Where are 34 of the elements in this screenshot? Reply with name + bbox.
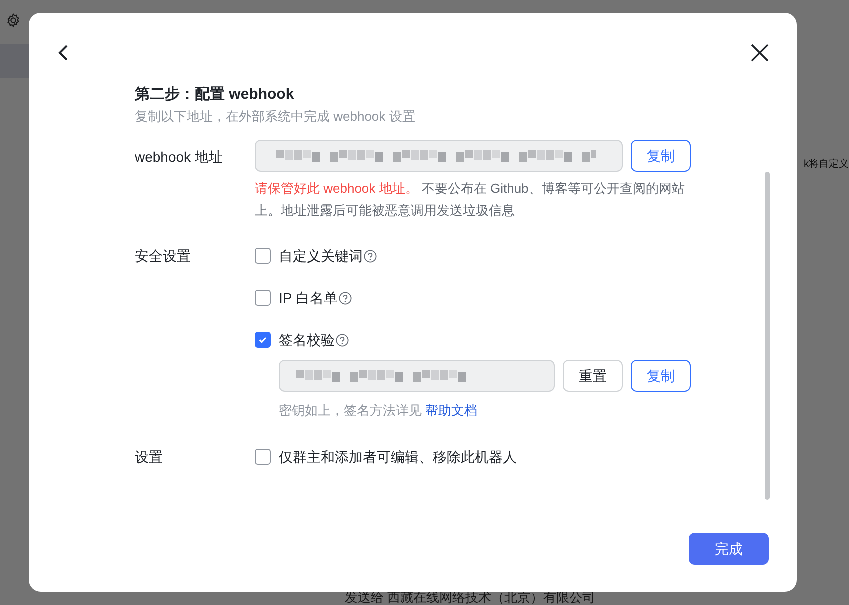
background-text: k将自定义 [804, 158, 849, 172]
checkbox[interactable] [255, 290, 271, 306]
subtitle: 复制以下地址，在外部系统中完成 webhook 设置 [135, 108, 416, 126]
reset-button[interactable]: 重置 [563, 360, 623, 392]
field-label: webhook 地址 [135, 148, 224, 167]
option-label: 签名校验 [279, 331, 335, 350]
help-icon[interactable] [336, 334, 349, 346]
settings-icon[interactable] [6, 13, 21, 28]
done-button[interactable]: 完成 [689, 533, 769, 565]
copy-button[interactable]: 复制 [631, 140, 691, 172]
pixelated-value-icon [296, 370, 466, 382]
sidebar-highlight [0, 44, 29, 78]
help-doc-link[interactable]: 帮助文档 [426, 403, 478, 418]
warning-text: 请保管好此 webhook 地址。 不要公布在 Github、博客等可公开查阅的网站上。地址泄露后可能被恶意调用发送垃圾信息 [255, 180, 686, 220]
checkbox[interactable] [255, 248, 271, 264]
webhook-url-field[interactable] [255, 140, 623, 172]
field-label: 安全设置 [135, 247, 192, 266]
step-title: 第二步：配置 webhook [135, 85, 296, 105]
pixelated-value-icon [276, 150, 596, 162]
option-label: IP 白名单 [279, 289, 338, 308]
option-label: 自定义关键词 [279, 247, 363, 266]
help-icon[interactable] [338, 292, 352, 304]
scrollbar-thumb[interactable] [765, 172, 770, 500]
secret-field[interactable] [279, 360, 555, 392]
check-icon [258, 335, 268, 345]
field-label: 设置 [135, 448, 164, 467]
checkbox[interactable] [255, 332, 271, 348]
help-icon[interactable] [364, 250, 377, 262]
secret-hint: 密钥如上，签名方法详见 帮助文档 [279, 402, 479, 420]
copy-button[interactable]: 复制 [631, 360, 691, 392]
close-icon[interactable] [751, 44, 769, 62]
background-text: 发送给 西藏在线网络技术（北京）有限公司 [345, 591, 596, 605]
checkbox[interactable] [255, 449, 271, 465]
option-label: 仅群主和添加者可编辑、移除此机器人 [279, 448, 517, 467]
